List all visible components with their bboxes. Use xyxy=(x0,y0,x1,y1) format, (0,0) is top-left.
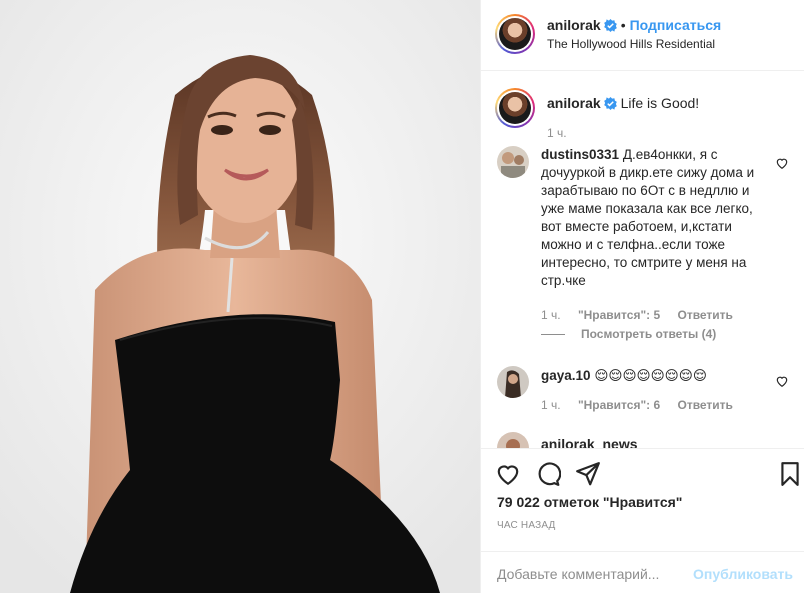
partial-comment: anilorak_news xyxy=(497,432,797,448)
post-photo[interactable] xyxy=(0,0,480,593)
comment-item: dustins0331 Д.ев4онкки, я с дочуурк​ой в… xyxy=(497,146,789,346)
reply-button[interactable]: Ответить xyxy=(677,308,732,322)
comment-like-heart-icon[interactable] xyxy=(775,374,789,388)
comment-body: gaya.10 😌😌😌😌😌😌😌😌 xyxy=(541,367,759,385)
comment-username[interactable]: dustins0331 xyxy=(541,147,619,162)
caption-author-avatar[interactable] xyxy=(495,88,535,128)
post-timestamp[interactable]: ЧАС НАЗАД xyxy=(497,520,556,531)
post-actions: 79 022 отметок "Нравится" ЧАС НАЗАД Доба… xyxy=(481,448,804,593)
comment-like-heart-icon[interactable] xyxy=(775,156,789,170)
separator-dot: • xyxy=(620,17,626,33)
comment-time[interactable]: 1 ч. xyxy=(541,398,561,412)
bookmark-icon[interactable] xyxy=(777,461,803,487)
author-username[interactable]: anilorak xyxy=(547,17,601,33)
commenter-avatar[interactable] xyxy=(497,366,529,398)
post-sidebar: anilorak • Подписаться The Hollywood Hills… xyxy=(480,0,804,593)
comment-item: gaya.10 😌😌😌😌😌😌😌😌 1 ч. "Нравится": 6 Отве… xyxy=(497,366,789,416)
caption-text-line: anilorak Life is Good! xyxy=(547,95,699,111)
view-replies-button[interactable]: Посмотреть ответы (4) xyxy=(541,327,716,341)
woman-in-black-dress-image xyxy=(0,0,480,593)
reply-button[interactable]: Ответить xyxy=(677,398,732,412)
commenter-avatar[interactable] xyxy=(497,432,529,448)
author-avatar[interactable] xyxy=(495,14,535,54)
comment-text: Д.ев4онкки, я с дочуурк​ой в дикр.ете си… xyxy=(541,147,755,288)
comment-username[interactable]: anilorak_news xyxy=(541,436,638,448)
direct-share-icon[interactable] xyxy=(575,461,601,487)
post-location[interactable]: The Hollywood Hills Residential xyxy=(547,37,715,51)
comment-meta: 1 ч. "Нравится": 6 Ответить xyxy=(541,398,747,412)
caption-username[interactable]: anilorak xyxy=(547,95,601,111)
verified-badge-icon xyxy=(603,97,617,110)
view-replies-label: Посмотреть ответы (4) xyxy=(581,327,717,341)
replies-divider-line xyxy=(541,334,565,336)
commenter-avatar[interactable] xyxy=(497,146,529,178)
comment-username[interactable]: gaya.10 xyxy=(541,368,591,383)
caption-time[interactable]: 1 ч. xyxy=(547,126,567,140)
comment-input[interactable]: Добавьте комментарий... xyxy=(497,566,659,582)
comment-likes[interactable]: "Нравится": 6 xyxy=(578,398,660,412)
header-user-line: anilorak • Подписаться xyxy=(547,17,721,33)
heart-icon[interactable] xyxy=(495,461,521,487)
caption-text: Life is Good! xyxy=(620,95,700,111)
instagram-post: anilorak • Подписаться The Hollywood Hills… xyxy=(0,0,804,593)
comment-meta: 1 ч. "Нравится": 5 Ответить xyxy=(541,308,747,322)
post-header: anilorak • Подписаться The Hollywood Hills… xyxy=(481,0,804,71)
likes-count[interactable]: 79 022 отметок "Нравится" xyxy=(497,494,682,510)
comment-icon[interactable] xyxy=(535,461,561,487)
publish-button[interactable]: Опубликовать xyxy=(693,566,793,582)
comment-time[interactable]: 1 ч. xyxy=(541,308,561,322)
follow-button[interactable]: Подписаться xyxy=(630,17,722,33)
comment-likes[interactable]: "Нравится": 5 xyxy=(578,308,660,322)
verified-badge-icon xyxy=(603,19,617,32)
add-comment-bar: Добавьте комментарий... Опубликовать xyxy=(481,551,804,593)
comment-text: 😌😌😌😌😌😌😌😌 xyxy=(594,368,707,383)
comment-body: dustins0331 Д.ев4онкки, я с дочуурк​ой в… xyxy=(541,146,759,290)
